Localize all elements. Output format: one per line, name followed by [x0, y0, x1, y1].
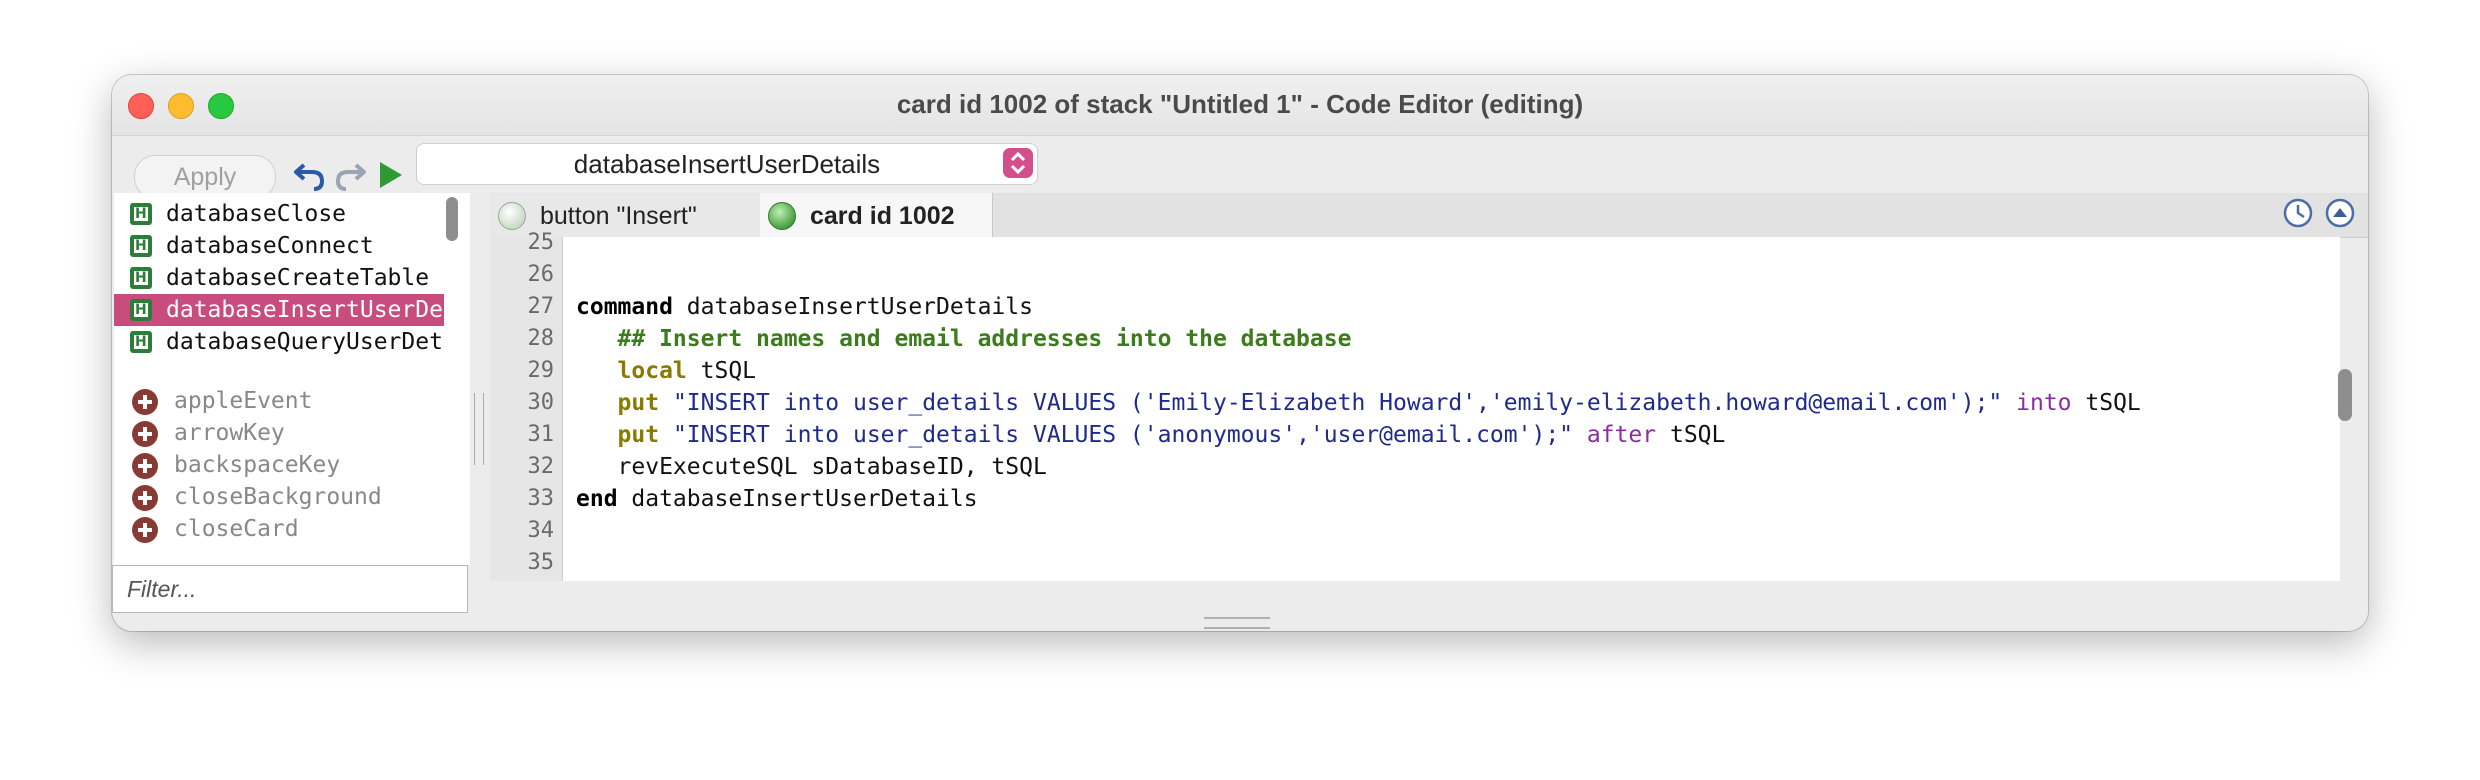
sidebar-scrollbar[interactable] [446, 197, 458, 241]
handler-badge-icon [130, 230, 152, 262]
code-editor-window: card id 1002 of stack "Untitled 1" - Cod… [112, 75, 2368, 631]
code-line[interactable]: put "INSERT into user_details VALUES ('E… [576, 387, 2141, 419]
add-handler-icon[interactable] [132, 389, 158, 415]
line-number: 34 [527, 518, 555, 543]
tab-status-icon [768, 202, 796, 230]
handler-badge-icon [130, 262, 152, 294]
line-number: 26 [527, 262, 555, 287]
line-number: 25 [527, 230, 555, 255]
add-handler-icon[interactable] [132, 485, 158, 511]
message-item[interactable]: backspaceKey [114, 449, 444, 481]
add-handler-icon[interactable] [132, 421, 158, 447]
message-item[interactable]: arrowKey [114, 417, 444, 449]
handler-select[interactable]: databaseInsertUserDetails [416, 143, 1038, 185]
code-token: "INSERT into user_details VALUES ('Emily… [672, 390, 2003, 416]
code-token: local [617, 358, 687, 384]
code-line[interactable]: put "INSERT into user_details VALUES ('a… [576, 419, 1726, 451]
code-token: "INSERT into user_details VALUES ('anony… [672, 422, 1574, 448]
code-token: revExecuteSQL sDatabaseID, tSQL [576, 454, 1047, 480]
handler-badge-icon [130, 326, 152, 358]
code-token: put [617, 422, 660, 448]
message-item[interactable]: appleEvent [114, 385, 444, 417]
handler-item[interactable]: databaseCreateTable [114, 262, 444, 294]
line-number: 31 [527, 422, 555, 447]
code-token: into [2016, 390, 2072, 416]
clock-icon[interactable] [2282, 197, 2314, 229]
message-item[interactable]: closeBackground [114, 481, 444, 513]
bottom-bar [490, 581, 2368, 631]
code-line[interactable]: ## Insert names and email addresses into… [576, 323, 1352, 355]
window-title: card id 1002 of stack "Untitled 1" - Cod… [896, 89, 1584, 119]
line-number: 32 [527, 454, 555, 479]
handler-item[interactable]: databaseClose [114, 198, 444, 230]
handler-item-selected[interactable]: databaseInsertUserDetails [114, 294, 444, 326]
code-line[interactable]: local tSQL [576, 355, 757, 387]
code-token: tSQL [686, 358, 757, 384]
line-number: 29 [527, 358, 555, 383]
tab-card-id[interactable]: card id 1002 [760, 193, 993, 237]
handler-badge-icon [130, 198, 152, 230]
code-line[interactable]: end databaseInsertUserDetails [576, 483, 978, 515]
pane-splitter[interactable] [474, 393, 484, 465]
handler-list[interactable]: databaseClose databaseConnect databaseCr… [114, 193, 470, 565]
title-bar[interactable]: card id 1002 of stack "Untitled 1" - Cod… [112, 75, 2368, 135]
code-token: tSQL [1656, 422, 1726, 448]
line-number: 28 [527, 326, 555, 351]
add-handler-icon[interactable] [132, 517, 158, 543]
tab-bar: button "Insert" card id 1002 [490, 193, 2368, 238]
code-line[interactable]: revExecuteSQL sDatabaseID, tSQL [576, 451, 1047, 483]
line-number: 27 [527, 294, 555, 319]
code-token: ## Insert names and email addresses into… [576, 326, 1352, 352]
code-token: end [576, 486, 618, 512]
editor-scrollbar[interactable] [2338, 369, 2352, 421]
code-token: after [1586, 422, 1657, 448]
line-number: 35 [527, 550, 555, 575]
code-token: put [617, 390, 660, 416]
add-handler-icon[interactable] [132, 453, 158, 479]
tab-status-icon [498, 202, 526, 230]
resize-grip-icon[interactable] [1204, 617, 1270, 629]
select-arrows-icon[interactable] [1003, 148, 1033, 178]
handler-badge-icon [130, 294, 152, 326]
code-token: databaseInsertUserDetails [672, 294, 1033, 320]
filter-input[interactable]: Filter... [112, 565, 468, 613]
redo-icon[interactable] [332, 157, 368, 193]
collapse-up-icon[interactable] [2324, 197, 2356, 229]
handler-select-value: databaseInsertUserDetails [573, 149, 881, 179]
line-number: 33 [527, 486, 555, 511]
code-token: databaseInsertUserDetails [617, 486, 978, 512]
line-number-gutter: 25 26 27 28 29 30 31 32 33 34 35 [490, 230, 563, 581]
handler-item[interactable]: databaseQueryUserDetails [114, 326, 444, 358]
code-token: tSQL [2071, 390, 2141, 416]
handler-item[interactable]: databaseConnect [114, 230, 444, 262]
script-editor[interactable]: 25 26 27 28 29 30 31 32 33 34 35 command databaseI… [490, 230, 2340, 581]
run-icon[interactable] [372, 157, 408, 193]
line-number: 30 [527, 390, 555, 415]
code-token: command [576, 294, 673, 320]
code-line[interactable]: command databaseInsertUserDetails [576, 291, 1033, 323]
message-item[interactable]: closeCard [114, 513, 444, 545]
undo-icon[interactable] [292, 157, 328, 193]
